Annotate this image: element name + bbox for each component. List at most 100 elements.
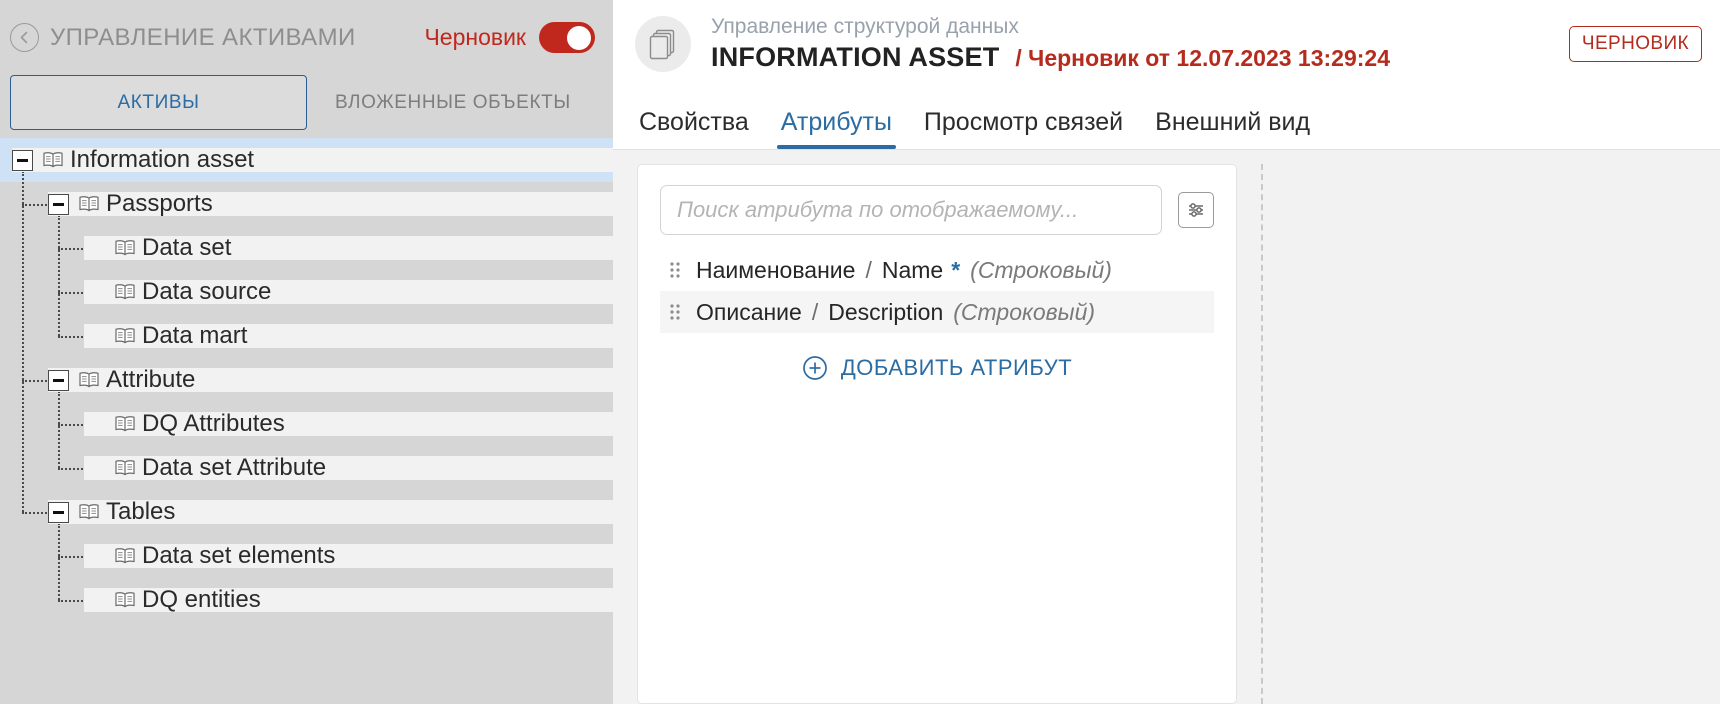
drag-handle-icon[interactable]: [666, 261, 684, 279]
tab-3[interactable]: Просмотр связей: [908, 108, 1139, 149]
tree-node[interactable]: Tables: [0, 490, 613, 534]
attribute-label: Наименование / Name * (Строковый): [696, 257, 1112, 284]
tree-node-label: Data source: [142, 280, 271, 304]
tree-node-label: Data set Attribute: [142, 456, 326, 480]
app-root: УПРАВЛЕНИЕ АКТИВАМИ Черновик АКТИВЫ ВЛОЖ…: [0, 0, 1720, 704]
minus-box-icon[interactable]: [12, 150, 33, 171]
tree-node-label: Data mart: [142, 324, 247, 348]
book-icon: [114, 591, 136, 609]
tree-guide-line: [58, 468, 83, 470]
tree-guide-line: [22, 380, 47, 382]
book-icon: [114, 327, 136, 345]
tree-node[interactable]: Data set: [0, 226, 613, 270]
search-input[interactable]: [660, 185, 1162, 235]
book-icon: [42, 151, 64, 169]
documents-stack-icon: [635, 16, 691, 72]
tree-node-label: Data set elements: [142, 544, 335, 568]
tree-node[interactable]: DQ Attributes: [0, 402, 613, 446]
page-title: INFORMATION ASSET: [711, 42, 999, 73]
toggle-knob: [567, 26, 591, 50]
attribute-row[interactable]: Наименование / Name * (Строковый): [660, 249, 1214, 291]
attribute-label: Описание/Description(Строковый): [696, 299, 1095, 326]
tree-node[interactable]: Data set Attribute: [0, 446, 613, 490]
sidebar-tabs: АКТИВЫ ВЛОЖЕННЫЕ ОБЪЕКТЫ: [0, 75, 613, 130]
attribute-row[interactable]: Описание/Description(Строковый): [660, 291, 1214, 333]
sidebar-title: УПРАВЛЕНИЕ АКТИВАМИ: [50, 24, 356, 52]
tree-node-label: Passports: [106, 192, 213, 216]
tree-guide-line: [22, 171, 24, 512]
tree-node-label: Data set: [142, 236, 231, 260]
tab-content: Наименование / Name * (Строковый) Описание / De…: [613, 150, 1720, 704]
tree-guide-line: [58, 600, 83, 602]
chevron-left-circle-icon[interactable]: [10, 23, 39, 52]
tree-node[interactable]: Attribute: [0, 358, 613, 402]
sidebar-tab-assets-label: АКТИВЫ: [117, 92, 199, 114]
sidebar-header-right: Черновик: [424, 22, 595, 53]
plus-circle-icon: [802, 355, 828, 381]
tree-guide-line: [22, 512, 47, 514]
tab-1[interactable]: Свойства: [635, 108, 765, 149]
book-icon: [114, 283, 136, 301]
tree-node[interactable]: Information asset: [0, 138, 613, 182]
main-tabbar: СвойстваАтрибутыПросмотр связейВнешний в…: [613, 88, 1720, 150]
tab-2[interactable]: Атрибуты: [765, 108, 908, 149]
filter-settings-icon[interactable]: [1178, 192, 1214, 228]
drag-handle-icon[interactable]: [666, 303, 684, 321]
tree-guide-line: [22, 204, 47, 206]
sidebar: УПРАВЛЕНИЕ АКТИВАМИ Черновик АКТИВЫ ВЛОЖ…: [0, 0, 613, 704]
tree-guide-line: [58, 391, 60, 468]
tree-node[interactable]: Passports: [0, 182, 613, 226]
tree-guide-line: [58, 556, 83, 558]
tree-node-label: Information asset: [70, 148, 254, 172]
main-panel: Управление структурой данных INFORMATION…: [613, 0, 1720, 704]
attribute-name-en: Description: [828, 299, 943, 326]
draft-toggle-label: Черновик: [424, 24, 526, 51]
attribute-name-ru: Описание: [696, 299, 802, 326]
draft-timestamp: / Черновик от 12.07.2023 13:29:24: [1015, 45, 1390, 72]
tree-guide-line: [58, 523, 60, 600]
book-icon: [114, 415, 136, 433]
attribute-name-en: Name: [882, 257, 943, 284]
header-titles: Управление структурой данных INFORMATION…: [711, 15, 1390, 72]
tree-node[interactable]: DQ entities: [0, 578, 613, 622]
search-row: [660, 185, 1214, 235]
tree-node[interactable]: Data source: [0, 270, 613, 314]
attribute-name-ru: Наименование: [696, 257, 855, 284]
book-icon: [78, 371, 100, 389]
minus-box-icon[interactable]: [48, 370, 69, 391]
breadcrumb: Управление структурой данных: [711, 15, 1390, 39]
book-icon: [114, 459, 136, 477]
minus-box-icon[interactable]: [48, 194, 69, 215]
add-attribute-button[interactable]: ДОБАВИТЬ АТРИБУТ: [792, 349, 1082, 387]
attributes-list: Наименование / Name * (Строковый) Описание / De…: [660, 249, 1214, 333]
draft-toggle-switch[interactable]: [539, 22, 595, 53]
tree-guide-line: [58, 248, 83, 250]
tree-node-label: DQ Attributes: [142, 412, 285, 436]
sidebar-tab-nested-objects-label: ВЛОЖЕННЫЕ ОБЪЕКТЫ: [335, 92, 571, 114]
tree-guide-line: [58, 292, 83, 294]
sidebar-tab-assets[interactable]: АКТИВЫ: [10, 75, 307, 130]
add-attribute-row: ДОБАВИТЬ АТРИБУТ: [660, 349, 1214, 387]
main-header: Управление структурой данных INFORMATION…: [613, 0, 1720, 88]
book-icon: [114, 239, 136, 257]
book-icon: [114, 547, 136, 565]
tree-guide-line: [58, 424, 83, 426]
tree-node-label: Attribute: [106, 368, 195, 392]
sidebar-tab-nested-objects[interactable]: ВЛОЖЕННЫЕ ОБЪЕКТЫ: [307, 75, 599, 130]
attribute-required-marker: *: [951, 257, 960, 284]
tab-4[interactable]: Внешний вид: [1139, 108, 1326, 149]
tree-node[interactable]: Data set elements: [0, 534, 613, 578]
minus-box-icon[interactable]: [48, 502, 69, 523]
tree-node[interactable]: Data mart: [0, 314, 613, 358]
book-icon: [78, 195, 100, 213]
add-attribute-label: ДОБАВИТЬ АТРИБУТ: [841, 355, 1072, 381]
tree-guide-line: [58, 336, 83, 338]
title-row: INFORMATION ASSET / Черновик от 12.07.20…: [711, 42, 1390, 73]
tree-node-label: DQ entities: [142, 588, 261, 612]
status-badge[interactable]: ЧЕРНОВИК: [1569, 26, 1702, 62]
sidebar-header: УПРАВЛЕНИЕ АКТИВАМИ Черновик: [0, 0, 613, 75]
attribute-separator: /: [865, 257, 871, 284]
attribute-type: (Строковый): [953, 299, 1095, 326]
attribute-type: (Строковый): [970, 257, 1112, 284]
book-icon: [78, 503, 100, 521]
